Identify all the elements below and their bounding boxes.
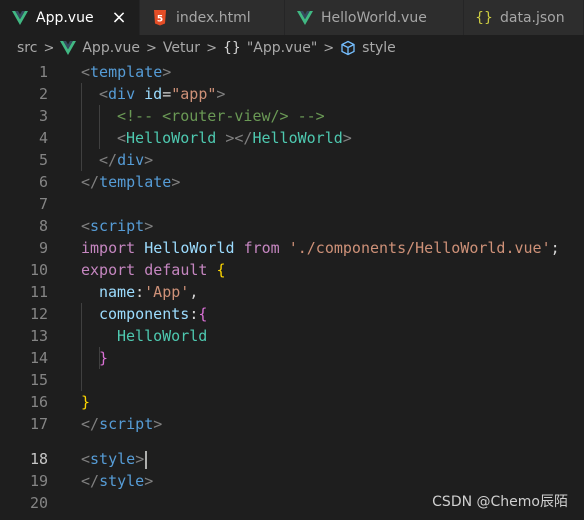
code-line: 6 </template> (38, 173, 181, 191)
tab-app-vue[interactable]: App.vue × (0, 0, 140, 35)
code-editor[interactable]: 1 <template> 2 <div id="app"> 3 <!-- <route… (0, 61, 584, 520)
close-icon[interactable]: × (109, 7, 129, 28)
code-line-current: 18 <style> (0, 448, 584, 470)
code-line: 5 </div> (38, 151, 154, 169)
code-line: 19 </style> (29, 472, 154, 490)
code-line: 14} (29, 349, 109, 367)
braces-icon: {} (222, 40, 241, 56)
breadcrumb-src[interactable]: src (17, 40, 37, 56)
chevron-right-icon: > (206, 40, 217, 56)
code-line: 17 </script> (29, 415, 163, 433)
tab-label: App.vue (36, 9, 94, 26)
tab-data-json[interactable]: {} data.json (464, 0, 584, 35)
text-cursor (145, 450, 148, 469)
watermark: CSDN @Chemo辰陌 (432, 494, 568, 510)
code-line: 9 import HelloWorld from './components/He… (38, 239, 560, 257)
code-line: 1 <template> (38, 63, 172, 81)
code-line: 8 <script> (38, 217, 154, 235)
tab-helloworld-vue[interactable]: HelloWorld.vue (285, 0, 464, 35)
code-line: 7 (38, 195, 48, 213)
cube-icon (340, 40, 356, 56)
code-line: 16} (29, 393, 91, 411)
code-line: 11 name:'App', (29, 283, 199, 301)
breadcrumb: src > App.vue > Vetur > {} "App.vue" > s… (0, 35, 584, 61)
html5-icon: 5 (152, 9, 168, 26)
tab-index-html[interactable]: 5 index.html (140, 0, 285, 35)
chevron-right-icon: > (43, 40, 55, 56)
code-line: 4 <HelloWorld ></HelloWorld> (38, 129, 352, 147)
breadcrumb-style[interactable]: style (362, 40, 396, 56)
vue-icon (60, 41, 77, 55)
breadcrumb-vetur[interactable]: Vetur (163, 40, 200, 56)
breadcrumb-file[interactable]: App.vue (82, 40, 140, 56)
chevron-right-icon: > (323, 40, 335, 56)
json-icon: {} (475, 9, 493, 26)
chevron-right-icon: > (145, 40, 157, 56)
tab-label: HelloWorld.vue (321, 9, 427, 26)
tab-label: index.html (176, 9, 251, 26)
svg-text:5: 5 (157, 14, 163, 24)
tab-label: data.json (500, 9, 565, 26)
editor-tab-bar: App.vue × 5 index.html HelloWorld.vue {}… (0, 0, 584, 35)
code-line: 3 <!-- <router-view/> --> (38, 107, 325, 125)
code-line: 2 <div id="app"> (38, 85, 226, 103)
breadcrumb-scope[interactable]: "App.vue" (247, 40, 317, 56)
vue-icon (12, 10, 28, 26)
vue-icon (297, 10, 313, 26)
code-line: 12 components:{ (29, 305, 208, 323)
code-line: 15 (29, 371, 48, 389)
code-line: 13 HelloWorld (29, 327, 208, 345)
code-line: 10 export default { (29, 261, 226, 279)
